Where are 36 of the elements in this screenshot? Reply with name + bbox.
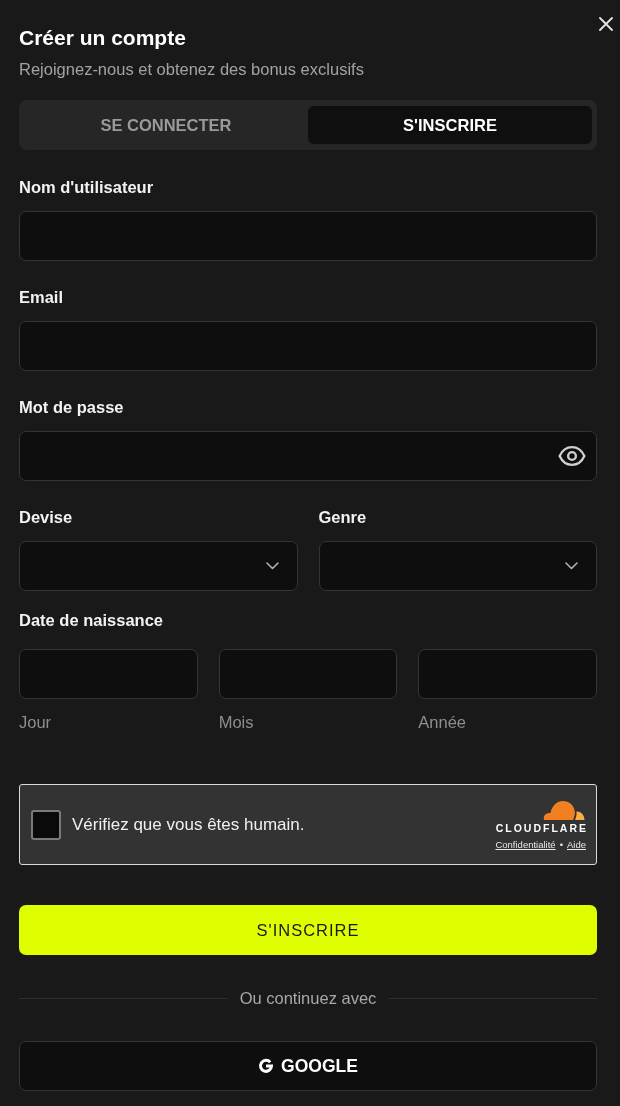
input-field[interactable] [418, 649, 597, 699]
checkbox[interactable] [31, 809, 61, 840]
divider-text: Ou continuez avec [239, 988, 377, 1008]
tab[interactable]: S'INSCRIRE [308, 106, 592, 144]
field-caption: Mois [218, 712, 255, 732]
help-link[interactable]: Aide [567, 839, 586, 850]
select-field[interactable] [19, 541, 298, 591]
field-label: Nom d'utilisateur [19, 177, 155, 197]
brand-name: CLOUDFLARE [495, 822, 588, 834]
field-label: Email [19, 287, 65, 307]
chevron-down-icon [565, 562, 578, 570]
field-label: Mot de passe [19, 397, 125, 417]
input-field[interactable] [19, 211, 597, 261]
tab[interactable]: SE CONNECTER [24, 106, 308, 144]
field-label: Devise [19, 507, 74, 527]
captcha-text: Vérifiez que vous êtes humain. [72, 814, 306, 835]
input-field[interactable] [19, 649, 198, 699]
input-field[interactable] [19, 321, 597, 371]
password-field[interactable] [19, 431, 597, 481]
dialog-title: Créer un compte [19, 25, 187, 51]
submit-button[interactable]: S'INSCRIRE [19, 905, 597, 955]
separator: • [559, 839, 563, 850]
privacy-link[interactable]: Confidentialité [495, 839, 556, 850]
eye-icon[interactable] [558, 446, 586, 466]
chevron-down-icon [265, 562, 279, 570]
select-field[interactable] [318, 541, 597, 591]
input-field[interactable] [218, 649, 398, 699]
google-button[interactable]: GOOGLE [19, 1041, 597, 1091]
close-icon[interactable] [599, 17, 613, 31]
cloud-icon [541, 799, 585, 820]
g-logo-icon [258, 1058, 275, 1074]
field-label: Date de naissance [19, 610, 164, 630]
dialog-subtitle: Rejoignez-nous et obtenez des bonus exclusifs [19, 59, 365, 79]
field-caption: Année [418, 712, 468, 732]
field-label: Genre [318, 507, 368, 527]
field-caption: Jour [19, 712, 53, 732]
